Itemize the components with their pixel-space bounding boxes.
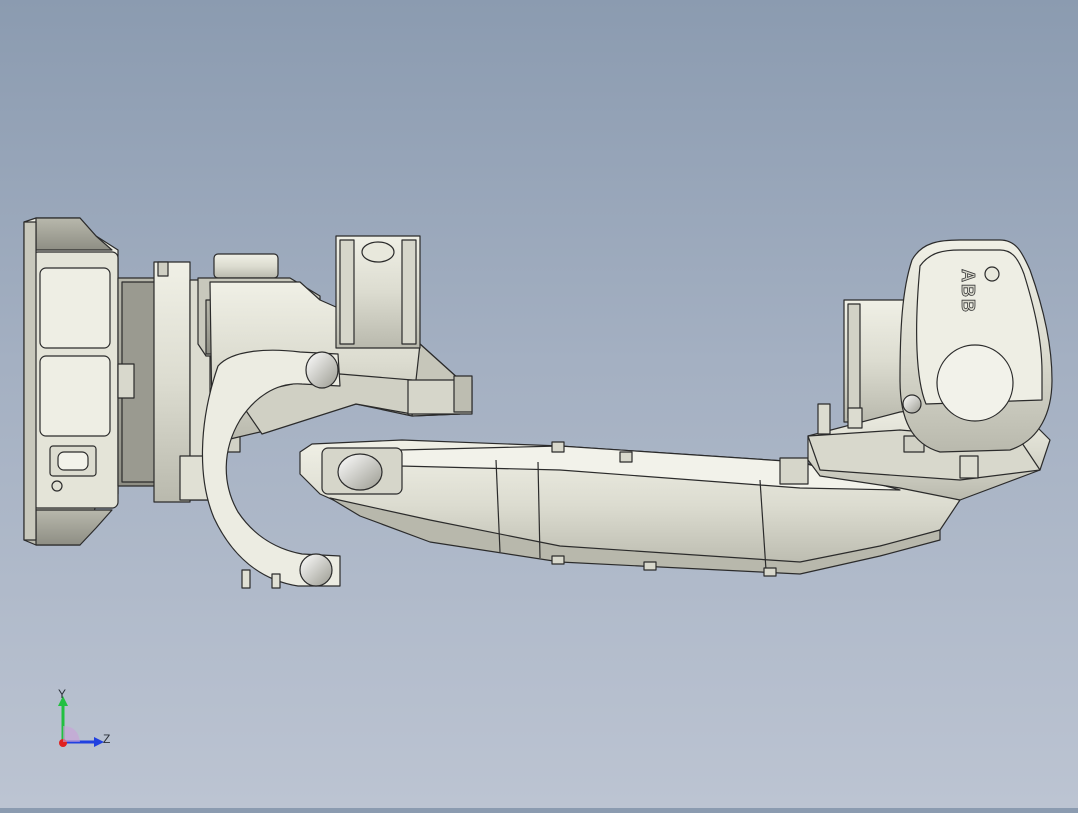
y-axis-label: Y — [58, 687, 67, 701]
axis-motor-top — [335, 235, 421, 349]
abb-logo-text: ABB — [958, 269, 978, 314]
rotation-ring — [117, 261, 191, 503]
z-axis-label: Z — [103, 732, 111, 746]
base-flange — [23, 217, 119, 546]
robot-arm-model[interactable]: ABB — [0, 0, 1078, 808]
cad-viewport[interactable]: ABB — [0, 0, 1078, 808]
